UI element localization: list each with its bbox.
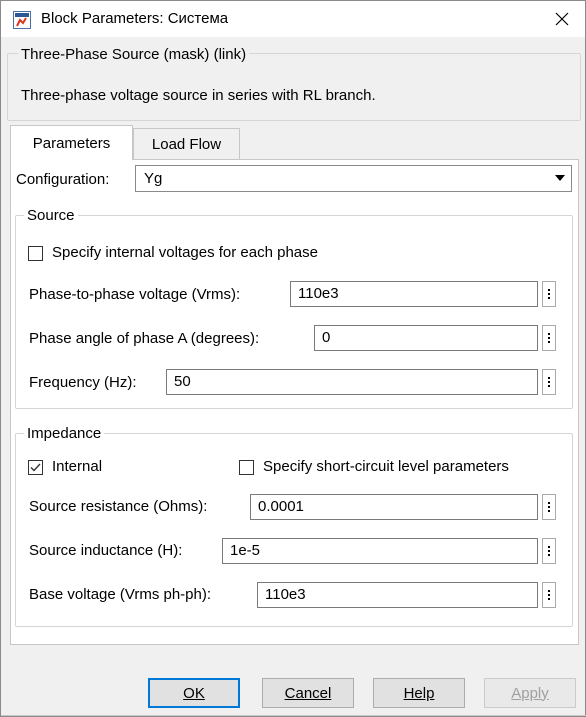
cancel-button[interactable]: Cancel bbox=[262, 678, 354, 708]
apply-button-label: Apply bbox=[511, 684, 549, 702]
tab-load-flow-label: Load Flow bbox=[151, 135, 222, 153]
dialog-window: Block Parameters: Система Three-Phase So… bbox=[0, 0, 586, 717]
close-button[interactable] bbox=[539, 1, 585, 37]
mask-heading: Three-Phase Source (mask) (link) bbox=[18, 46, 250, 63]
phase-voltage-menu[interactable] bbox=[542, 281, 556, 307]
close-icon bbox=[555, 12, 569, 26]
source-legend: Source bbox=[24, 207, 78, 224]
internal-checkbox[interactable] bbox=[28, 460, 43, 475]
inductance-menu[interactable] bbox=[542, 538, 556, 564]
mask-description: Three-phase voltage source in series wit… bbox=[21, 87, 376, 104]
base-voltage-label: Base voltage (Vrms ph-ph): bbox=[29, 586, 212, 603]
base-voltage-menu[interactable] bbox=[542, 582, 556, 608]
phase-angle-menu[interactable] bbox=[542, 325, 556, 351]
inductance-label: Source inductance (H): bbox=[29, 542, 183, 559]
cancel-button-label: Cancel bbox=[284, 684, 332, 702]
help-button-label: Help bbox=[403, 684, 435, 702]
phase-angle-label: Phase angle of phase A (degrees): bbox=[29, 330, 260, 347]
ok-button-label: OK bbox=[183, 684, 205, 702]
tab-parameters[interactable]: Parameters bbox=[10, 125, 133, 160]
configuration-select[interactable]: Yg bbox=[135, 165, 572, 192]
short-circuit-label: Specify short-circuit level parameters bbox=[263, 458, 509, 475]
resistance-menu[interactable] bbox=[542, 494, 556, 520]
specify-internal-checkbox[interactable] bbox=[28, 246, 43, 261]
dropdown-arrow-icon bbox=[555, 175, 565, 181]
help-button[interactable]: Help bbox=[373, 678, 465, 708]
tab-parameters-label: Parameters bbox=[32, 134, 111, 152]
app-block-icon bbox=[13, 11, 31, 29]
window-title: Block Parameters: Система bbox=[41, 10, 229, 27]
bottom-divider bbox=[1, 715, 586, 716]
frequency-label: Frequency (Hz): bbox=[29, 374, 137, 391]
short-circuit-checkbox[interactable] bbox=[239, 460, 254, 475]
impedance-legend: Impedance bbox=[24, 425, 105, 442]
apply-button[interactable]: Apply bbox=[484, 678, 576, 708]
phase-voltage-input[interactable]: 110e3 bbox=[290, 281, 538, 307]
inductance-input[interactable]: 1e-5 bbox=[222, 538, 538, 564]
configuration-label: Configuration: bbox=[16, 171, 110, 188]
tab-load-flow[interactable]: Load Flow bbox=[133, 128, 240, 160]
specify-internal-label: Specify internal voltages for each phase bbox=[52, 244, 318, 261]
phase-voltage-label: Phase-to-phase voltage (Vrms): bbox=[29, 286, 241, 303]
check-icon bbox=[30, 463, 41, 472]
frequency-menu[interactable] bbox=[542, 369, 556, 395]
resistance-label: Source resistance (Ohms): bbox=[29, 498, 208, 515]
internal-label: Internal bbox=[52, 458, 103, 475]
resistance-input[interactable]: 0.0001 bbox=[250, 494, 538, 520]
configuration-value: Yg bbox=[144, 170, 163, 187]
phase-angle-input[interactable]: 0 bbox=[314, 325, 538, 351]
ok-button[interactable]: OK bbox=[148, 678, 240, 708]
frequency-input[interactable]: 50 bbox=[166, 369, 538, 395]
title-bar[interactable]: Block Parameters: Система bbox=[1, 1, 585, 37]
base-voltage-input[interactable]: 110e3 bbox=[257, 582, 538, 608]
